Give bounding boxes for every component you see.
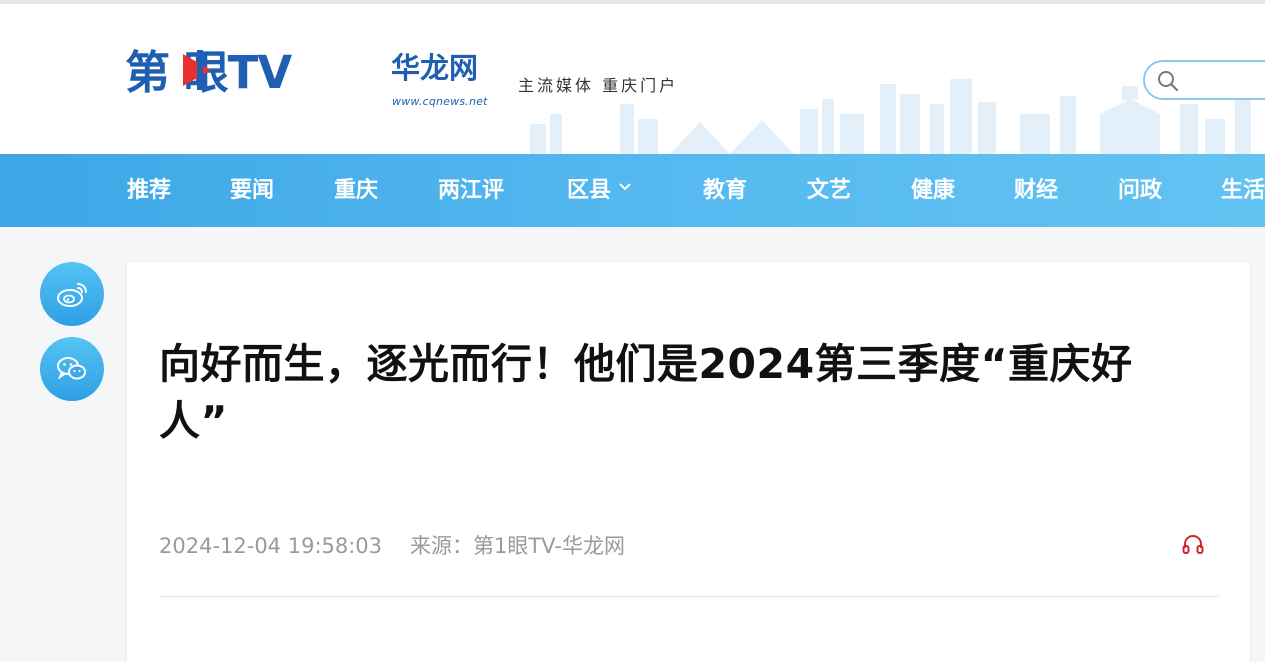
headphones-icon[interactable]	[1181, 532, 1205, 556]
article-source: 第1眼TV-华龙网	[473, 534, 625, 558]
article-title: 向好而生，逐光而行！他们是2024第三季度“重庆好人”	[159, 340, 1133, 445]
nav-item-liangjiang-commentary[interactable]: 两江评	[438, 154, 504, 227]
main-nav: 推荐 要闻 重庆 两江评 区县 教育 文艺 健康 财经 问政 生活	[0, 154, 1265, 227]
nav-item-label: 推荐	[127, 178, 172, 203]
article-meta: 2024-12-04 19:58:03 来源：第1眼TV-华龙网	[159, 530, 625, 560]
site-header: 第 眼TV 华龙网 www.cqnews.net 主流媒体 重庆门户	[0, 4, 1265, 154]
nav-item-finance[interactable]: 财经	[1014, 154, 1058, 227]
nav-item-label: 两江评	[438, 178, 505, 203]
nav-item-politics[interactable]: 问政	[1118, 154, 1162, 227]
nav-item-education[interactable]: 教育	[703, 154, 747, 227]
chevron-down-icon	[619, 183, 631, 191]
nav-item-label: 财经	[1014, 178, 1059, 203]
nav-item-recommend[interactable]: 推荐	[127, 154, 171, 227]
nav-item-label: 文艺	[807, 178, 852, 203]
nav-item-label: 重庆	[334, 178, 379, 203]
play-icon	[183, 50, 211, 90]
site-logo[interactable]: 第 眼TV 华龙网 www.cqnews.net	[125, 40, 505, 120]
nav-item-label: 教育	[703, 178, 748, 203]
share-weibo-button[interactable]	[40, 262, 104, 326]
nav-item-chongqing[interactable]: 重庆	[334, 154, 378, 227]
site-slogan: 主流媒体 重庆门户	[518, 76, 679, 95]
logo-url: www.cqnews.net	[392, 95, 488, 108]
meta-divider	[159, 596, 1219, 597]
nav-item-arts[interactable]: 文艺	[807, 154, 851, 227]
nav-item-life[interactable]: 生活	[1221, 154, 1265, 227]
share-wechat-button[interactable]	[40, 337, 104, 401]
nav-item-label: 生活	[1221, 178, 1265, 203]
nav-item-health[interactable]: 健康	[911, 154, 955, 227]
nav-item-label: 要闻	[230, 178, 275, 203]
search-box[interactable]	[1143, 60, 1265, 100]
article-card: 向好而生，逐光而行！他们是2024第三季度“重庆好人” 2024-12-04 1…	[127, 262, 1250, 662]
nav-item-label: 区县	[567, 178, 612, 203]
search-icon[interactable]	[1157, 70, 1179, 92]
publish-datetime: 2024-12-04 19:58:03	[159, 534, 383, 558]
weibo-icon	[57, 283, 87, 307]
nav-item-headlines[interactable]: 要闻	[230, 154, 274, 227]
logo-brand: 华龙网	[391, 51, 479, 85]
wechat-icon	[57, 357, 86, 380]
nav-item-label: 健康	[911, 178, 956, 203]
source-label: 来源：	[410, 534, 474, 558]
nav-item-districts[interactable]: 区县	[567, 154, 631, 227]
nav-item-label: 问政	[1118, 178, 1163, 203]
